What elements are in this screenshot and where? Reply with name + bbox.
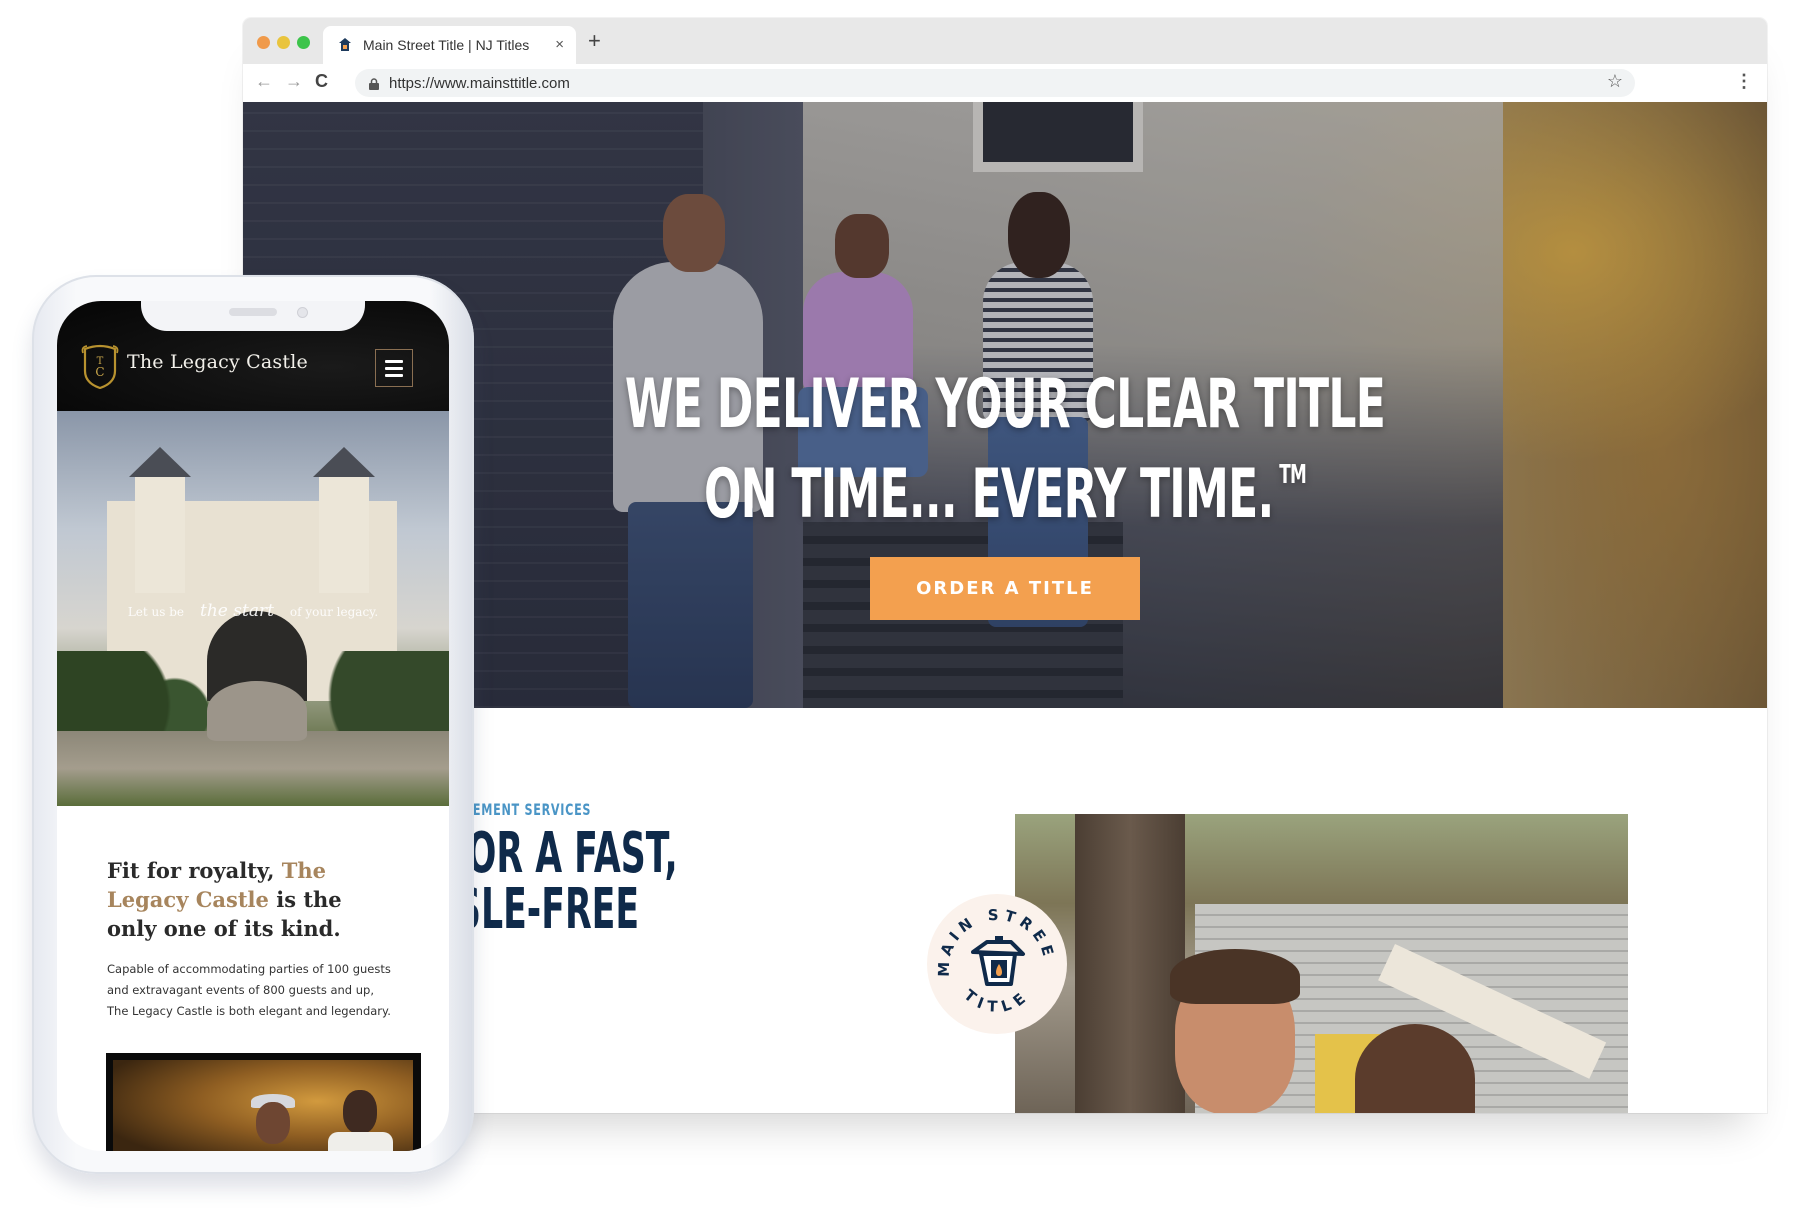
hero-heading-line1: WE DELIVER YOUR CLEAR TITLE — [624, 365, 1386, 444]
close-window-button[interactable] — [257, 36, 270, 49]
new-tab-button[interactable]: + — [588, 28, 601, 54]
castle-driveway-image — [57, 731, 449, 806]
hamburger-line — [385, 373, 403, 377]
tagline-script: the start — [200, 601, 274, 621]
castle-tower-right — [319, 473, 369, 593]
browser-menu-icon[interactable]: ⋮ — [1735, 71, 1753, 92]
tree-trunk-image — [1075, 814, 1185, 1113]
browser-tab[interactable]: Main Street Title | NJ Titles × — [323, 26, 576, 64]
trademark-symbol: TM — [1279, 460, 1307, 490]
hamburger-menu-button[interactable] — [375, 349, 413, 387]
back-arrow-icon[interactable]: ← — [255, 71, 273, 92]
svg-text:TITLE: TITLE — [960, 986, 1033, 1016]
mobile-intro-heading: Fit for royalty, The Legacy Castle is th… — [107, 856, 397, 943]
ballroom-image — [113, 1060, 413, 1151]
castle-roof-right — [313, 447, 375, 477]
reload-icon[interactable]: C — [315, 71, 328, 92]
main-street-title-logo-badge: MAIN STREET TITLE — [919, 880, 1067, 1034]
tagline-pre: Let us be — [127, 605, 185, 619]
tab-bar: Main Street Title | NJ Titles × + — [243, 18, 1767, 64]
lantern-favicon-icon — [337, 37, 353, 53]
phone-camera — [297, 307, 308, 318]
hamburger-line — [385, 359, 403, 363]
castle-tagline: Let us be the start of your legacy. — [57, 601, 449, 621]
tab-title: Main Street Title | NJ Titles — [363, 37, 530, 53]
phone-notch — [141, 301, 365, 331]
castle-roof-left — [129, 447, 191, 477]
crest-logo-icon: T C — [81, 343, 119, 390]
badge-bottom-text: TITLE — [960, 986, 1027, 1016]
forward-arrow-icon[interactable]: → — [285, 71, 303, 92]
hero-heading: WE DELIVER YOUR CLEAR TITLE ON TIME... E… — [456, 370, 1553, 530]
minimize-window-button[interactable] — [277, 36, 290, 49]
man-hair-image — [1170, 949, 1300, 1004]
wedding-couple-photo — [106, 1053, 421, 1151]
phone-speaker — [229, 308, 277, 316]
hamburger-line — [385, 366, 403, 370]
url-text[interactable]: https://www.mainsttitle.com — [389, 75, 570, 92]
tagline-post: of your legacy. — [289, 605, 379, 619]
mobile-intro-body: Capable of accommodating parties of 100 … — [107, 962, 391, 1018]
mobile-brand-name[interactable]: The Legacy Castle — [127, 351, 308, 373]
maximize-window-button[interactable] — [297, 36, 310, 49]
couple-photo — [1015, 814, 1628, 1113]
order-a-title-button[interactable]: ORDER A TITLE — [870, 557, 1140, 620]
castle-tower-left — [135, 473, 185, 593]
hero-heading-line2: ON TIME... EVERY TIME. — [703, 455, 1274, 534]
groom-image — [343, 1090, 377, 1134]
bookmark-star-icon[interactable]: ☆ — [1607, 71, 1623, 92]
castle-fountain-image — [207, 681, 307, 741]
address-row: ← → C https://www.mainsttitle.com ☆ ⋮ — [243, 64, 1767, 103]
heading-pre: Fit for royalty, — [107, 858, 282, 883]
lock-icon — [369, 77, 379, 90]
lantern-logo-icon: MAIN STREET TITLE — [919, 880, 1053, 1016]
bride-image — [256, 1102, 290, 1144]
castle-hero-image: Let us be the start of your legacy. — [57, 411, 449, 806]
address-bar[interactable]: https://www.mainsttitle.com ☆ — [355, 69, 1635, 97]
phone-screen: T C The Legacy Castle Let us be the star… — [57, 301, 449, 1151]
tab-close-icon[interactable]: × — [555, 36, 564, 53]
logo-monogram-bottom: C — [95, 365, 104, 379]
mobile-intro-copy: Fit for royalty, The Legacy Castle is th… — [107, 856, 397, 1034]
white-tuxedo-image — [328, 1132, 393, 1151]
phone-mockup: T C The Legacy Castle Let us be the star… — [32, 275, 474, 1174]
